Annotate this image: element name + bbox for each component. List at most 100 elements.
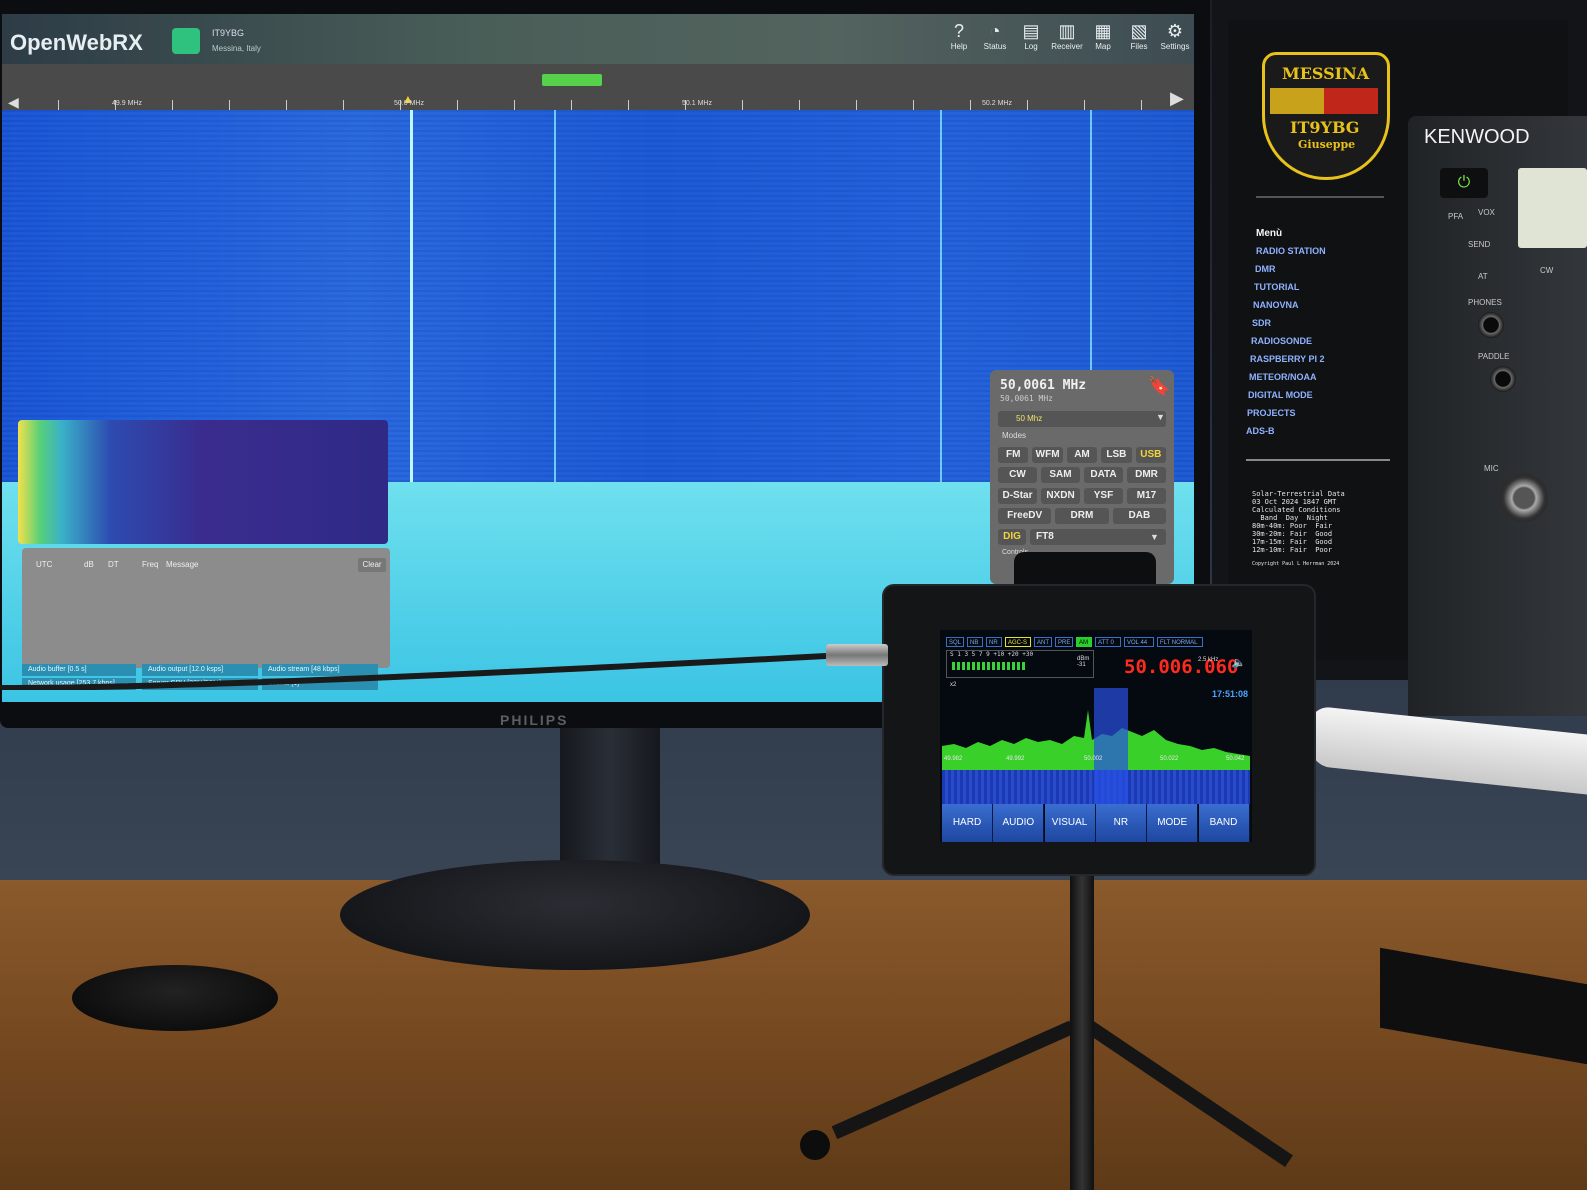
menu-item-sdr[interactable]: SDR [1252, 318, 1271, 328]
sdr-button-mode[interactable]: MODE [1147, 804, 1199, 842]
menu-item-nanovna[interactable]: NANOVNA [1253, 300, 1299, 310]
ft8-col-utc: UTC [36, 560, 53, 569]
scroll-right-icon[interactable]: ▶ [1170, 88, 1184, 109]
scale-label: 50.2 MHz [982, 100, 1012, 107]
sdr-tab-sql[interactable]: SQL [946, 637, 964, 647]
chevron-down-icon[interactable]: ▼ [1156, 412, 1165, 422]
mode-button-dab[interactable]: DAB [1112, 508, 1166, 524]
s-meter-scale: S 1 3 5 7 9 +10 +20 +30 [950, 651, 1034, 658]
mode-button-freedv[interactable]: FreeDV [998, 508, 1052, 524]
sdr-zoom[interactable]: x2 [950, 682, 956, 688]
nav-log-button[interactable]: ▤ Log [1014, 20, 1048, 60]
speaker-icon[interactable]: 🔈 [1232, 656, 1246, 669]
frequency-scale[interactable]: ▲ ◀ ▶ [2, 64, 1194, 110]
sdr-button-nr[interactable]: NR [1095, 804, 1147, 842]
sdr-axis-label: 50.042 [1226, 756, 1245, 762]
nav-map-button[interactable]: ▦ Map [1086, 20, 1120, 60]
sdr-button-hard[interactable]: HARD [942, 804, 993, 842]
mode-button-d-star[interactable]: D-Star [998, 488, 1037, 504]
paddle-jack [1490, 366, 1516, 392]
menu-item-raspberry-pi-2[interactable]: RASPBERRY PI 2 [1250, 354, 1325, 364]
nav-settings-button[interactable]: ⚙ Settings [1158, 20, 1192, 60]
mode-button-ysf[interactable]: YSF [1084, 488, 1123, 504]
receiver-icon: ▥ [1058, 21, 1076, 41]
chevron-down-icon[interactable]: ▼ [1150, 532, 1159, 542]
mode-button-am[interactable]: AM [1066, 447, 1098, 463]
sdr-tab-nr[interactable]: NR [986, 637, 1002, 647]
receiver-avatar-icon [172, 28, 200, 54]
ft8-clear-button[interactable]: Clear [358, 558, 386, 572]
sdr-axis-label: 50.022 [1160, 756, 1179, 762]
bandwidth-indicator[interactable] [542, 74, 602, 86]
solar-line: Solar-Terrestrial Data [1252, 490, 1345, 498]
menu-item-radio-station[interactable]: RADIO STATION [1256, 246, 1326, 256]
phones-jack [1478, 312, 1504, 338]
sdr-axis-label: 49.982 [944, 756, 963, 762]
badge-flag-emblem [1270, 88, 1378, 114]
mode-button-dig[interactable]: DIG [998, 529, 1026, 545]
mode-button-dmr[interactable]: DMR [1127, 467, 1166, 483]
kenwood-label-cw: CW [1540, 266, 1554, 275]
dbm-readout: dBm -31 [1077, 656, 1089, 668]
menu-item-tutorial[interactable]: TUTORIAL [1254, 282, 1299, 292]
menu-item-ads-b[interactable]: ADS-B [1246, 426, 1275, 436]
kenwood-display [1518, 168, 1587, 248]
menu-item-radiosonde[interactable]: RADIOSONDE [1251, 336, 1312, 346]
receiver-label: Receiver [1051, 42, 1083, 51]
nav-help-button[interactable]: ? Help [942, 20, 976, 60]
log-icon: ▤ [1022, 21, 1040, 41]
scroll-left-icon[interactable]: ◀ [8, 94, 19, 111]
mode-button-usb[interactable]: USB [1135, 447, 1166, 463]
map-label: Map [1095, 42, 1111, 51]
sdr-button-band[interactable]: BAND [1198, 804, 1250, 842]
signal-trace [940, 110, 942, 482]
sdr-tab-nb[interactable]: NB [967, 637, 983, 647]
band-select[interactable]: 50 Mhz [998, 411, 1166, 427]
sdr-tab-pre[interactable]: PRE [1055, 637, 1073, 647]
mode-button-m17[interactable]: M17 [1127, 488, 1166, 504]
digital-mode-select[interactable]: FT8 [1030, 529, 1166, 545]
menu-divider-top [1256, 196, 1384, 198]
kenwood-label-vox: VOX [1478, 208, 1495, 217]
solar-line: 80m-40m: Poor Fair [1252, 522, 1333, 530]
settings-label: Settings [1160, 42, 1190, 51]
sdr-tab-att-0[interactable]: ATT 0 [1095, 637, 1121, 647]
mode-button-cw[interactable]: CW [998, 467, 1037, 483]
sdr-tab-am[interactable]: AM [1076, 637, 1092, 647]
sdr-tab-ant[interactable]: ANT [1034, 637, 1052, 647]
sdr-frequency[interactable]: 50.006.060 [1124, 656, 1238, 678]
mode-button-data[interactable]: DATA [1084, 467, 1123, 483]
bookmark-icon[interactable]: 🔖 [1148, 376, 1170, 397]
mode-button-sam[interactable]: SAM [1041, 467, 1080, 483]
sdr-passband[interactable] [1094, 688, 1128, 804]
receiver-location: Messina, Italy [212, 44, 261, 53]
mode-button-lsb[interactable]: LSB [1101, 447, 1132, 463]
sdr-button-audio[interactable]: AUDIO [993, 804, 1045, 842]
map-icon: ▦ [1094, 21, 1112, 41]
solar-line: 30m-20m: Fair Good [1252, 530, 1333, 538]
menu-item-dmr[interactable]: DMR [1255, 264, 1276, 274]
solar-line: 03 Oct 2024 1847 GMT [1252, 498, 1337, 506]
panel-frequency[interactable]: 50,0061 MHz [1000, 378, 1086, 393]
mode-button-nxdn[interactable]: NXDN [1041, 488, 1080, 504]
kenwood-label-mic: MIC [1484, 464, 1499, 473]
menu-item-projects[interactable]: PROJECTS [1247, 408, 1296, 418]
sdr-button-bar: HARD AUDIO VISUAL NR MODE BAND [942, 804, 1250, 842]
cable-grommet [72, 965, 278, 1031]
menu-item-digital-mode[interactable]: DIGITAL MODE [1248, 390, 1313, 400]
mode-button-wfm[interactable]: WFM [1032, 447, 1063, 463]
mode-button-fm[interactable]: FM [998, 447, 1029, 463]
ft8-col-dt: DT [108, 560, 119, 569]
nav-status-button[interactable]: ◔ Status [978, 20, 1012, 60]
kenwood-label-pfa: PFA [1448, 212, 1464, 221]
sdr-button-visual[interactable]: VISUAL [1044, 804, 1096, 842]
sdr-tab-vol-44[interactable]: VOL 44 [1124, 637, 1154, 647]
sdr-tab-flt-normal[interactable]: FLT NORMAL [1157, 637, 1203, 647]
menu-item-meteor-noaa[interactable]: METEOR/NOAA [1249, 372, 1317, 382]
power-icon[interactable]: ⏻ [1440, 168, 1488, 198]
nav-files-button[interactable]: ▧ Files [1122, 20, 1156, 60]
mode-button-drm[interactable]: DRM [1055, 508, 1109, 524]
nav-receiver-button[interactable]: ▥ Receiver [1050, 20, 1084, 60]
sdr-tab-agc-s[interactable]: AGC-S [1005, 637, 1031, 647]
solar-line: 12m-10m: Fair Poor [1252, 546, 1333, 554]
